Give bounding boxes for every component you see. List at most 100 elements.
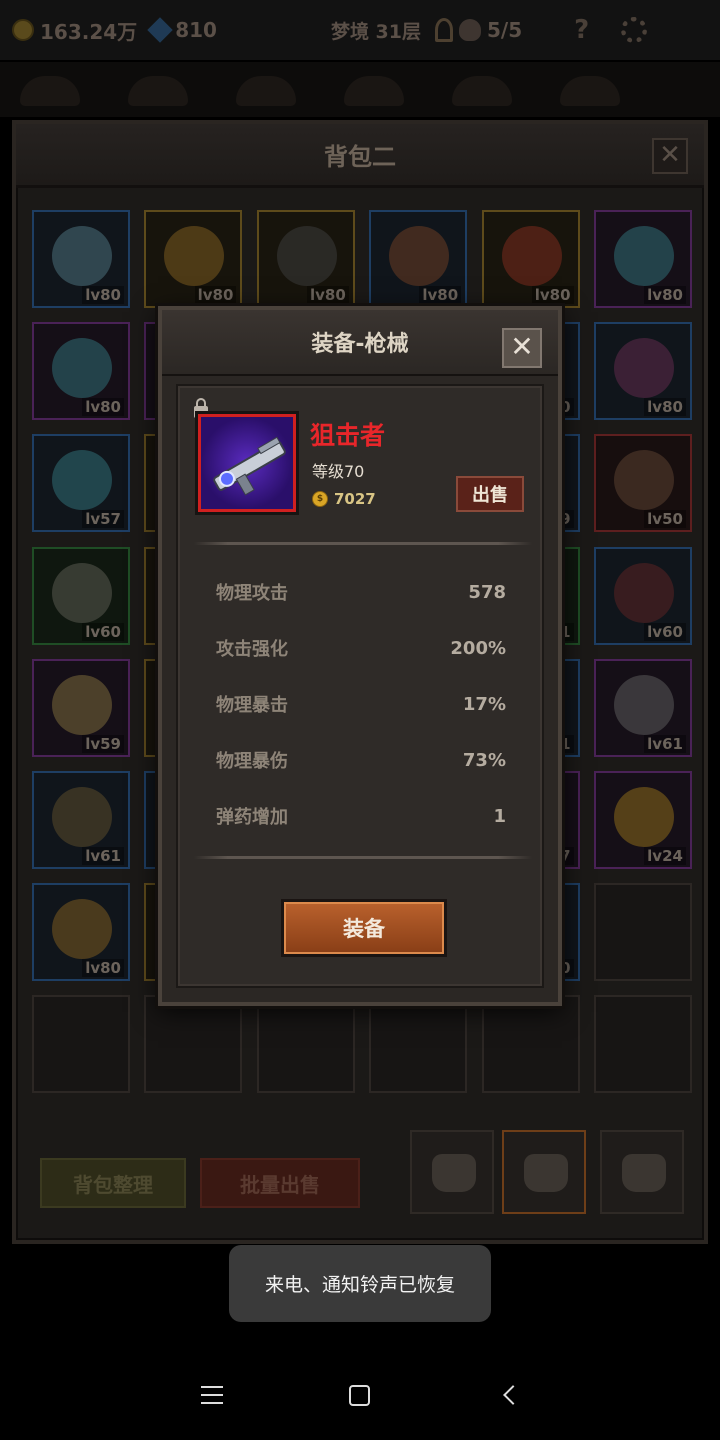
item-level-label: lv80 (644, 286, 686, 304)
gem-amount: 810 (175, 18, 217, 42)
bag-tab-1[interactable] (410, 1130, 494, 1214)
inventory-slot[interactable]: lv61 (32, 770, 130, 869)
menu-icon[interactable] (201, 1386, 223, 1404)
inventory-slot[interactable]: lv80 (369, 210, 468, 308)
inventory-slot[interactable]: lv80 (32, 883, 130, 982)
item-level-label: lv57 (82, 510, 124, 529)
bulk-sell-button[interactable]: 批量出售 (200, 1158, 360, 1208)
sort-bag-button[interactable]: 背包整理 (40, 1158, 186, 1208)
inventory-slot[interactable]: lv50 (593, 434, 692, 533)
inventory-slot[interactable]: lv80 (32, 210, 130, 308)
item-level-label: lv80 (306, 286, 349, 304)
equip-button[interactable]: 装备 (284, 902, 444, 954)
bag-tab-2[interactable] (502, 1130, 586, 1214)
equipment-item-icon (52, 226, 112, 286)
stat-row: 攻击强化 200% (216, 620, 506, 676)
stat-name: 物理攻击 (216, 583, 288, 604)
inventory-slot[interactable] (144, 995, 243, 1094)
inventory-slot[interactable]: lv61 (593, 658, 692, 757)
gem-icon (147, 17, 173, 43)
equipment-item-icon (613, 226, 674, 286)
inventory-slot[interactable]: lv57 (32, 434, 130, 533)
hero-portrait-icon (560, 76, 620, 106)
backpack-title: 背包二 (324, 143, 396, 171)
dream-floor-label: 梦境 31层 (330, 20, 421, 43)
item-level-label: lv80 (419, 286, 462, 304)
bag-tab-3[interactable] (600, 1130, 684, 1214)
home-icon[interactable] (349, 1385, 370, 1406)
gold-resource: 163.24万 (12, 16, 137, 45)
equipment-item-icon (389, 226, 450, 286)
item-level-label: lv24 (644, 846, 686, 865)
gear-icon[interactable] (621, 17, 648, 43)
gold-value: 7027 (334, 490, 376, 508)
inventory-slot[interactable]: lv80 (256, 210, 355, 308)
item-level: 等级70 (312, 462, 365, 481)
inventory-slot[interactable] (256, 995, 355, 1094)
backpack-header: 背包二 ✕ (16, 124, 704, 188)
equipment-item-icon (501, 226, 562, 286)
item-sell-price: $ 7027 (312, 490, 376, 508)
keys-counter: 5/5 (435, 18, 522, 42)
equipment-item-icon (52, 338, 112, 399)
sell-button[interactable]: 出售 (456, 476, 524, 512)
inventory-slot[interactable]: lv80 (144, 210, 243, 308)
equipment-item-icon (52, 674, 112, 735)
item-level-label: lv80 (82, 286, 124, 304)
item-level-label: lv50 (644, 510, 686, 529)
item-name: 狙击者 (310, 421, 386, 450)
skull-icon (459, 19, 481, 41)
inventory-slot[interactable] (32, 995, 130, 1094)
backpack-close-button[interactable]: ✕ (652, 138, 688, 174)
inventory-slot[interactable]: lv60 (593, 546, 692, 645)
inventory-slot[interactable]: lv80 (593, 322, 692, 421)
equipment-item-icon (164, 226, 225, 286)
modal-title: 装备-枪械 (162, 310, 558, 376)
help-icon[interactable]: ? (574, 15, 589, 45)
equipment-item-icon (276, 226, 337, 286)
equipment-item-icon (613, 786, 674, 847)
stats-list: 物理攻击 578 攻击强化 200% 物理暴击 17% 物理暴伤 73% 弹药增… (216, 564, 506, 844)
inventory-slot[interactable] (481, 995, 580, 1094)
item-level-label: lv61 (82, 846, 124, 865)
gold-coin-icon (12, 19, 34, 41)
back-icon[interactable] (503, 1385, 523, 1405)
item-level-label: lv80 (82, 959, 124, 978)
hero-portrait-icon (452, 76, 512, 106)
inventory-slot[interactable] (593, 995, 692, 1094)
modal-body: 狙击者 等级70 $ 7027 出售 物理攻击 578 攻击强化 200% 物理… (176, 384, 544, 988)
inventory-slot[interactable]: lv24 (593, 770, 692, 869)
item-level-label: lv80 (82, 398, 124, 417)
system-nav-bar (0, 1350, 720, 1440)
inventory-slot[interactable]: lv80 (32, 322, 130, 421)
keys-count: 5/5 (487, 18, 523, 42)
item-level-label: lv80 (644, 398, 686, 417)
gem-resource: 810 (147, 17, 217, 43)
stat-row: 物理攻击 578 (216, 564, 506, 620)
inventory-slot[interactable] (593, 883, 692, 982)
inventory-slot[interactable] (369, 995, 468, 1094)
stat-value: 73% (462, 749, 506, 771)
item-level-label: lv59 (82, 734, 124, 753)
divider (194, 542, 532, 545)
hero-portrait-icon (20, 76, 80, 106)
equipment-item-icon (52, 899, 112, 960)
equipment-item-icon (613, 338, 674, 399)
equipment-item-icon (52, 786, 112, 847)
equipment-item-icon (52, 450, 112, 511)
inventory-slot[interactable]: lv80 (481, 210, 580, 308)
equipment-item-icon (52, 562, 112, 623)
equipment-item-icon (613, 450, 674, 511)
item-level-label: lv80 (531, 286, 574, 304)
equipment-item-icon (613, 562, 674, 623)
hero-portrait-icon (344, 76, 404, 106)
stat-value: 578 (468, 581, 506, 603)
stat-name: 物理暴击 (216, 695, 288, 716)
item-level-label: lv61 (644, 734, 686, 753)
inventory-slot[interactable]: lv60 (32, 546, 130, 645)
inventory-slot[interactable]: lv80 (593, 210, 692, 308)
modal-close-button[interactable]: ✕ (502, 328, 542, 368)
hero-portrait-icon (128, 76, 188, 106)
inventory-slot[interactable]: lv59 (32, 658, 130, 757)
item-level-label: lv80 (194, 286, 237, 304)
